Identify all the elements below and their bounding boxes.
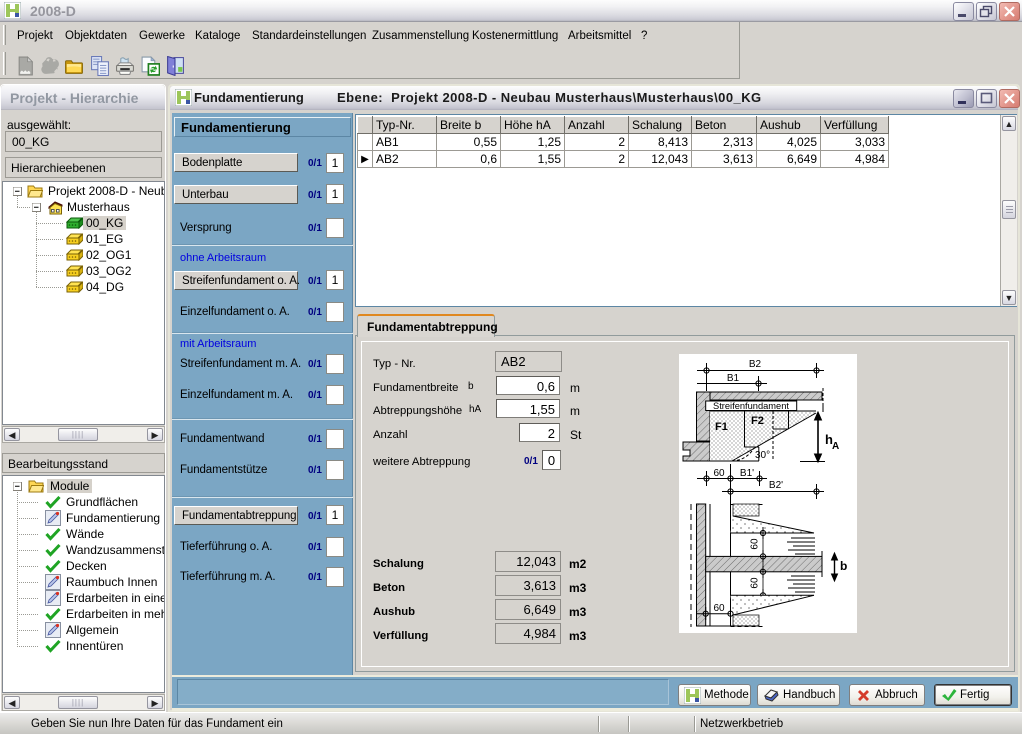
svg-text:B2: B2 [749,359,762,370]
svg-text:60: 60 [750,577,761,589]
svg-text:A: A [832,441,839,452]
svg-text:F1: F1 [715,421,728,433]
svg-text:30°: 30° [755,450,770,461]
svg-text:b: b [840,559,847,573]
svg-text:F2: F2 [751,415,764,427]
svg-text:60: 60 [750,538,761,550]
svg-text:B1: B1 [727,373,740,384]
svg-text:B2': B2' [769,480,783,491]
svg-text:60: 60 [713,603,725,614]
svg-text:B1': B1' [740,468,754,479]
svg-text:Streifenfundament: Streifenfundament [713,401,789,411]
svg-text:60: 60 [713,468,725,479]
